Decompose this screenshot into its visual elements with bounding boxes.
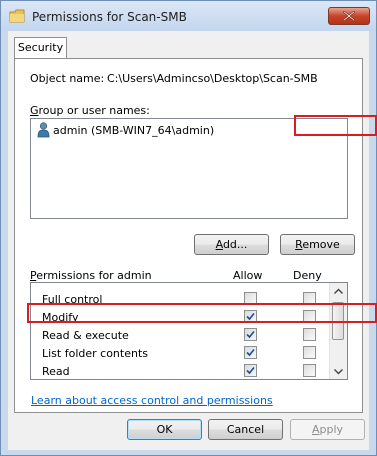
scroll-up-icon[interactable] — [334, 288, 343, 295]
checkmark-icon — [246, 348, 255, 357]
permission-name: Read & execute — [42, 329, 129, 342]
permissions-scrollbar[interactable] — [329, 283, 347, 379]
user-icon — [37, 122, 50, 138]
title-bar[interactable]: Permissions for Scan-SMB — [1, 1, 376, 31]
apply-button[interactable]: Apply — [290, 419, 365, 440]
deny-checkbox[interactable] — [303, 346, 316, 359]
permissions-dialog: Permissions for Scan-SMB Security Object… — [0, 0, 377, 456]
learn-more-link[interactable]: Learn about access control and permissio… — [31, 394, 273, 407]
checkmark-icon — [246, 312, 255, 321]
permission-name: Modify — [42, 311, 79, 324]
allow-checkbox[interactable] — [244, 346, 257, 359]
group-label: Group or user names: — [30, 104, 150, 117]
checkmark-icon — [246, 366, 255, 375]
table-row: Read & execute — [31, 326, 331, 344]
dialog-body: Security Object name: C:\Users\Admincso\… — [8, 31, 369, 450]
ok-button[interactable]: OK — [127, 419, 202, 440]
permission-name: Full control — [42, 293, 103, 306]
table-row: Full control — [31, 290, 331, 308]
user-name: admin (SMB-WIN7_64\admin) — [53, 124, 215, 137]
permissions-label: Permissions for admin — [30, 269, 152, 282]
user-list[interactable]: admin (SMB-WIN7_64\admin) — [30, 118, 348, 219]
allow-checkbox[interactable] — [244, 310, 257, 323]
allow-checkbox[interactable] — [244, 364, 257, 377]
deny-checkbox[interactable] — [303, 310, 316, 323]
scroll-down-icon[interactable] — [334, 368, 343, 375]
security-panel: Object name: C:\Users\Admincso\Desktop\S… — [14, 58, 363, 413]
window-title: Permissions for Scan-SMB — [32, 10, 187, 24]
deny-checkbox[interactable] — [303, 364, 316, 377]
table-row: Modify — [31, 308, 331, 326]
object-name-value: C:\Users\Admincso\Desktop\Scan-SMB — [107, 72, 318, 85]
deny-header: Deny — [293, 269, 322, 282]
object-name-label: Object name: — [30, 72, 105, 85]
remove-button[interactable]: Remove — [280, 234, 355, 255]
tab-security[interactable]: Security — [14, 37, 67, 59]
allow-header: Allow — [233, 269, 263, 282]
permission-name: List folder contents — [42, 347, 148, 360]
table-row: List folder contents — [31, 344, 331, 362]
deny-checkbox[interactable] — [303, 292, 316, 305]
add-button[interactable]: Add... — [194, 234, 269, 255]
permission-name: Read — [42, 365, 70, 378]
table-row: Read — [31, 362, 331, 379]
allow-checkbox[interactable] — [244, 328, 257, 341]
deny-checkbox[interactable] — [303, 328, 316, 341]
cancel-button[interactable]: Cancel — [208, 419, 283, 440]
allow-checkbox[interactable] — [244, 292, 257, 305]
folder-icon — [9, 9, 25, 23]
checkmark-icon — [246, 330, 255, 339]
close-button[interactable] — [328, 7, 370, 25]
permissions-table: Full control Modify Read & execute List … — [30, 282, 348, 380]
close-icon — [343, 11, 355, 21]
scroll-thumb[interactable] — [332, 302, 344, 340]
